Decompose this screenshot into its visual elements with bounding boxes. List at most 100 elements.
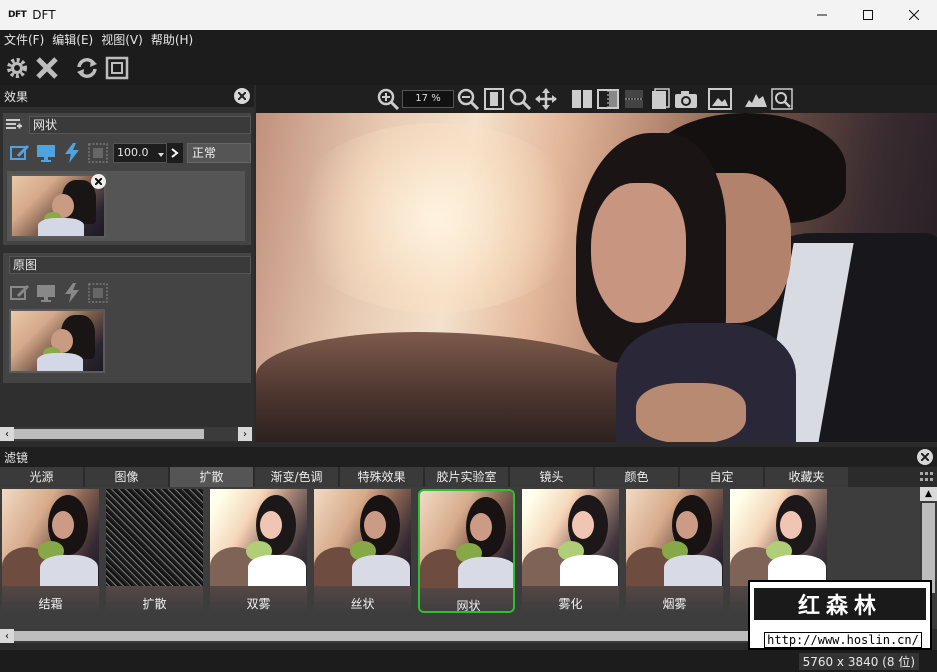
zoom-actual-button[interactable] <box>508 87 532 111</box>
pan-button[interactable] <box>534 87 558 111</box>
filter-item-smoke[interactable]: 烟雾 <box>626 489 723 613</box>
scroll-thumb[interactable] <box>14 429 204 439</box>
filter-label: 烟雾 <box>662 597 687 611</box>
zoom-in-icon <box>377 88 399 110</box>
effect-layer-controls: 100.0 正常 <box>3 141 251 165</box>
blend-mode-select[interactable]: 正常 <box>187 143 251 163</box>
split-compare-button[interactable] <box>596 87 620 111</box>
original-display-button <box>35 282 57 304</box>
thumb-dress <box>37 353 83 371</box>
filter-item-silk[interactable]: 丝状 <box>314 489 411 613</box>
scroll-left-button[interactable]: ‹ <box>0 427 14 441</box>
filter-item-diffuse[interactable]: 扩散 <box>106 489 203 613</box>
category-tab-light[interactable]: 光源 <box>0 467 83 487</box>
zoom-level-field[interactable]: 17 % <box>402 90 454 108</box>
filter-label: 结霜 <box>38 597 63 611</box>
category-tab-custom[interactable]: 自定 <box>680 467 763 487</box>
minimize-button[interactable] <box>799 0 845 30</box>
edit-brush-icon <box>10 144 30 160</box>
category-tab-gradient[interactable]: 渐变/色调 <box>255 467 338 487</box>
maximize-icon <box>863 10 873 20</box>
category-tab-favorites[interactable]: 收藏夹 <box>765 467 848 487</box>
close-icon <box>238 92 246 100</box>
menu-help[interactable]: 帮助(H) <box>147 30 197 51</box>
scroll-up-button[interactable]: ▲ <box>920 487 937 501</box>
close-x-icon <box>36 57 58 79</box>
opacity-field[interactable]: 100.0 <box>113 143 167 163</box>
layer-menu-button[interactable] <box>3 114 25 136</box>
filter-thumb <box>106 489 203 586</box>
remove-effect-button[interactable] <box>91 174 106 189</box>
thumb-dress <box>248 555 306 586</box>
photo-woman-face <box>591 183 686 323</box>
edit-layer-button[interactable] <box>9 142 31 164</box>
filter-item-frost[interactable]: 结霜 <box>2 489 99 613</box>
snapshot-button[interactable] <box>674 87 698 111</box>
filter-label: 雾化 <box>558 597 583 611</box>
thumb-face <box>572 511 594 539</box>
fit-button[interactable] <box>104 55 130 81</box>
spinner-icon[interactable] <box>156 147 166 159</box>
single-view-button[interactable] <box>648 87 672 111</box>
scroll-thumb[interactable] <box>14 631 754 641</box>
thumb-face <box>52 511 74 539</box>
scroll-left-button[interactable]: ‹ <box>0 629 14 643</box>
category-tab-filmlab[interactable]: 胶片实验室 <box>425 467 508 487</box>
photo-hand <box>636 383 746 442</box>
close-window-button[interactable] <box>891 0 937 30</box>
menu-view[interactable]: 视图(V) <box>97 30 147 51</box>
histogram-button[interactable] <box>744 87 768 111</box>
split-compare-icon <box>597 89 619 109</box>
menu-file[interactable]: 文件(F) <box>0 30 48 51</box>
horizontal-compare-button[interactable] <box>622 87 646 111</box>
split-view-icon <box>572 90 592 108</box>
window-title: DFT <box>32 8 56 22</box>
thumb-dress <box>664 555 722 586</box>
opacity-value: 100.0 <box>117 146 149 159</box>
category-tab-diffusion[interactable]: 扩散 <box>170 467 253 487</box>
image-preview[interactable] <box>256 113 937 442</box>
reset-button[interactable] <box>74 55 100 81</box>
monitor-icon <box>37 285 55 302</box>
main-toolbar <box>0 51 937 85</box>
fit-height-button[interactable] <box>482 87 506 111</box>
zoom-in-button[interactable] <box>376 87 400 111</box>
filters-panel-close-button[interactable] <box>917 449 933 465</box>
effects-panel-close-button[interactable] <box>234 88 250 104</box>
loupe-button[interactable] <box>770 87 794 111</box>
cancel-button[interactable] <box>34 55 60 81</box>
grid-view-button[interactable] <box>917 467 937 487</box>
scroll-track[interactable] <box>14 427 238 441</box>
power-toggle-button[interactable] <box>61 142 83 164</box>
settings-button[interactable] <box>4 55 30 81</box>
category-tab-special[interactable]: 特殊效果 <box>340 467 423 487</box>
split-view-button[interactable] <box>570 87 594 111</box>
effects-horizontal-scrollbar[interactable]: ‹ › <box>0 427 252 441</box>
filter-item-fog[interactable]: 雾化 <box>522 489 619 613</box>
original-layer-name: 原图 <box>9 256 251 274</box>
image-frame-button[interactable] <box>708 87 732 111</box>
maximize-button[interactable] <box>845 0 891 30</box>
refresh-icon <box>77 58 97 78</box>
filter-thumb <box>314 489 411 586</box>
layer-list-icon <box>6 119 22 129</box>
thumb-dress <box>38 218 84 236</box>
move-arrows-icon <box>535 88 557 110</box>
display-toggle-button[interactable] <box>35 142 57 164</box>
original-thumbnail[interactable] <box>9 309 105 373</box>
filters-panel-title: 滤镜 <box>4 450 29 465</box>
filter-item-double-fog[interactable]: 双雾 <box>210 489 307 613</box>
opacity-next-button[interactable] <box>167 143 183 163</box>
filter-label: 双雾 <box>246 597 271 611</box>
category-tab-lens[interactable]: 镜头 <box>510 467 593 487</box>
scroll-right-button[interactable]: › <box>238 427 252 441</box>
original-mask-button <box>87 282 109 304</box>
thumb-dress <box>458 557 513 588</box>
viewer-toolbar: 17 % <box>256 85 937 113</box>
category-tab-color[interactable]: 颜色 <box>595 467 678 487</box>
zoom-out-button[interactable] <box>456 87 480 111</box>
category-tab-image[interactable]: 图像 <box>85 467 168 487</box>
filter-item-net[interactable]: 网状 <box>418 489 515 613</box>
menu-edit[interactable]: 编辑(E) <box>48 30 97 51</box>
mask-button[interactable] <box>87 142 109 164</box>
